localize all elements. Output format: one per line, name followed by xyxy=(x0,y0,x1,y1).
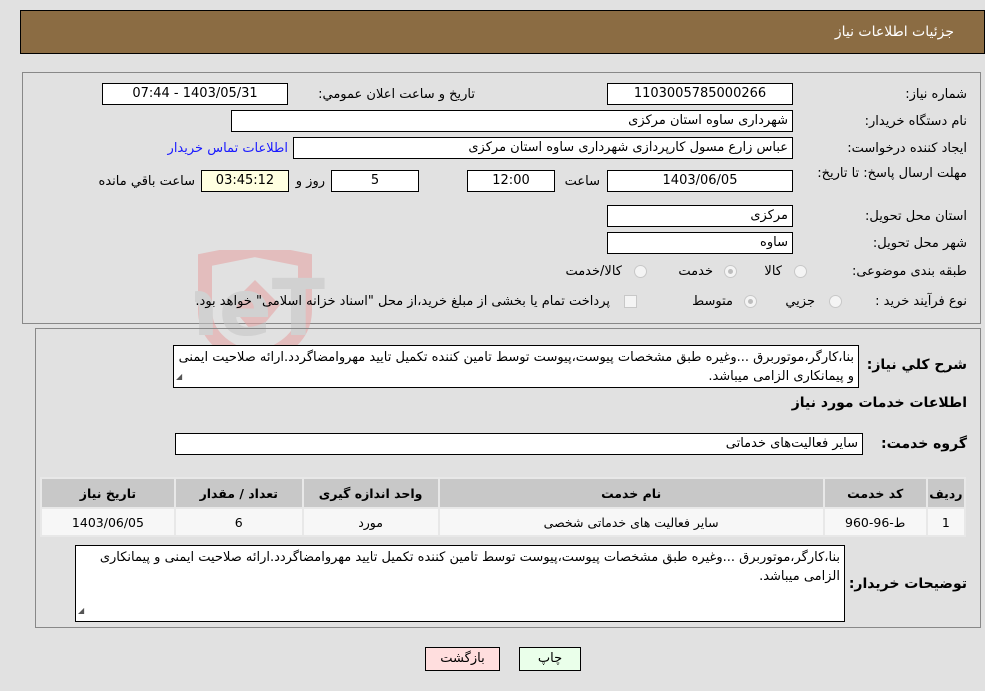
province-label: استان محل تحویل: xyxy=(865,209,967,224)
city-label: شهر محل تحویل: xyxy=(872,236,967,251)
treasury-checkbox[interactable] xyxy=(624,295,637,308)
buyer-notes-label: توضیحات خریدار: xyxy=(848,576,967,592)
deadline-time-field: 12:00 xyxy=(467,170,555,192)
table-header-row: ردیف کد خدمت نام خدمت واحد اندازه گیری ت… xyxy=(40,477,967,509)
buyer-org-field: شهرداری ساوه استان مرکزی xyxy=(231,110,793,132)
need-number-field: 1103005785000266 xyxy=(607,83,793,105)
cell-row-number: 1 xyxy=(925,507,967,537)
remaining-days-field: 5 xyxy=(331,170,419,192)
buyer-notes-text: بنا،کارگر،موتوربرق ...وغیره طبق مشخصات پ… xyxy=(99,550,840,584)
announce-datetime-label: تاریخ و ساعت اعلان عمومي: xyxy=(318,87,475,102)
city-field: ساوه xyxy=(607,232,793,254)
description-text: بنا،کارگر،موتوربرق ...وغیره طبق مشخصات پ… xyxy=(178,350,854,384)
province-field: مرکزی xyxy=(607,205,793,227)
need-number-label: شماره نیاز: xyxy=(905,87,967,102)
days-label: روز و xyxy=(295,174,325,189)
category-option-goods-service: کالا/خدمت xyxy=(565,264,622,279)
service-group-field: سایر فعالیت‌های خدماتی xyxy=(175,433,863,455)
col-need-date: تاریخ نیاز xyxy=(40,477,176,509)
deadline-date-field: 1403/06/05 xyxy=(607,170,793,192)
print-button[interactable]: چاپ xyxy=(519,647,581,671)
deadline-time-label: ساعت xyxy=(564,174,600,189)
category-radio-goods-service[interactable] xyxy=(634,265,647,278)
description-textarea[interactable]: بنا،کارگر،موتوربرق ...وغیره طبق مشخصات پ… xyxy=(173,345,859,388)
remaining-time-label: ساعت باقي مانده xyxy=(98,174,195,189)
page-title: جزئیات اطلاعات نیاز xyxy=(834,24,954,40)
purchase-radio-minor[interactable] xyxy=(829,295,842,308)
col-quantity: تعداد / مقدار xyxy=(173,477,304,509)
remaining-time-field: 03:45:12 xyxy=(201,170,289,192)
buyer-org-label: نام دستگاه خریدار: xyxy=(864,114,967,129)
col-service-code: کد خدمت xyxy=(822,477,928,509)
category-radio-service[interactable] xyxy=(724,265,737,278)
category-label: طبقه بندی موضوعی: xyxy=(851,264,967,279)
resize-grip-icon[interactable]: ◢ xyxy=(176,367,182,386)
col-row-number: ردیف xyxy=(925,477,967,509)
col-unit: واحد اندازه گیری xyxy=(301,477,440,509)
cell-need-date: 1403/06/05 xyxy=(40,507,176,537)
purchase-radio-medium[interactable] xyxy=(744,295,757,308)
description-label: شرح کلي نیاز: xyxy=(866,357,967,373)
col-service-name: نام خدمت xyxy=(437,477,825,509)
category-option-service: خدمت xyxy=(678,264,713,279)
services-section-title: اطلاعات خدمات مورد نیاز xyxy=(791,395,967,411)
cell-quantity: 6 xyxy=(173,507,304,537)
treasury-note: پرداخت تمام یا بخشی از مبلغ خرید،از محل … xyxy=(195,294,610,309)
buyer-contact-link[interactable]: اطلاعات تماس خریدار xyxy=(168,141,288,156)
services-table: ردیف کد خدمت نام خدمت واحد اندازه گیری ت… xyxy=(40,477,967,537)
announce-datetime-field: 1403/05/31 - 07:44 xyxy=(102,83,288,105)
cell-unit: مورد xyxy=(301,507,440,537)
page-header: جزئیات اطلاعات نیاز xyxy=(20,10,985,54)
purchase-option-minor: جزيي xyxy=(785,294,815,309)
creator-label: ایجاد کننده درخواست: xyxy=(847,141,967,156)
category-option-goods: کالا xyxy=(764,264,782,279)
cell-service-code: ط-96-960 xyxy=(822,507,928,537)
buyer-notes-textarea[interactable]: بنا،کارگر،موتوربرق ...وغیره طبق مشخصات پ… xyxy=(75,545,845,622)
cell-service-name: سایر فعالیت های خدماتی شخصی xyxy=(437,507,825,537)
creator-field: عباس زارع مسول کارپردازی شهرداری ساوه اس… xyxy=(293,137,793,159)
table-row: 1 ط-96-960 سایر فعالیت های خدماتی شخصی م… xyxy=(40,507,967,537)
back-button[interactable]: بازگشت xyxy=(425,647,500,671)
purchase-type-label: نوع فرآیند خرید : xyxy=(875,294,967,309)
deadline-label: مهلت ارسال پاسخ: تا تاریخ: xyxy=(817,166,967,181)
category-radio-goods[interactable] xyxy=(794,265,807,278)
service-group-label: گروه خدمت: xyxy=(881,436,967,452)
purchase-option-medium: متوسط xyxy=(692,294,733,309)
resize-grip-icon[interactable]: ◢ xyxy=(78,601,84,620)
